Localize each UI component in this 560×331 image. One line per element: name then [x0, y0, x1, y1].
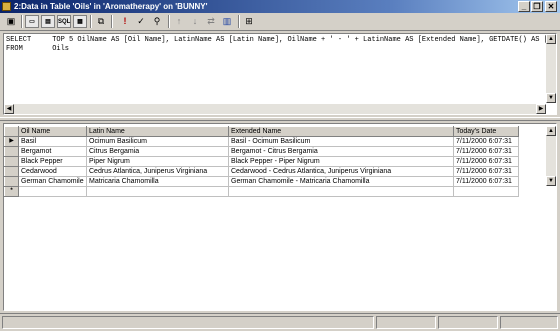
table-row[interactable]: ▶ Basil Ocimum Basilicum Basil - Ocimum … — [4, 136, 519, 147]
table-cell[interactable]: Piper Nigrum — [86, 156, 229, 167]
column-header[interactable]: Oil Name — [18, 126, 87, 137]
toolbar-separator — [238, 15, 240, 28]
sql-line-select: SELECT TOP 5 OilName AS [Oil Name], Lati… — [6, 36, 557, 44]
scroll-left-arrow-icon[interactable]: ◀ — [4, 104, 14, 114]
current-row-marker-icon[interactable]: ▶ — [4, 136, 19, 147]
column-header[interactable]: Extended Name — [228, 126, 454, 137]
table-cell[interactable]: German Chamomile - Matricaria Chamomilla — [228, 176, 454, 187]
grid-vertical-scrollbar[interactable]: ▲ ▼ — [546, 126, 556, 186]
change-query-type-icon[interactable]: ⧉ — [94, 15, 108, 28]
verify-sql-icon[interactable]: ✓ — [134, 15, 148, 28]
table-row[interactable]: Black Pepper Piper Nigrum Black Pepper -… — [4, 156, 519, 167]
table-cell[interactable]: Bergamot — [18, 146, 87, 157]
scroll-down-arrow-icon[interactable]: ▼ — [546, 176, 556, 186]
minimize-button[interactable]: _ — [518, 1, 530, 12]
new-row-marker-icon[interactable]: * — [4, 186, 19, 197]
table-cell[interactable]: 7/11/2000 6:07:31 — [453, 166, 519, 177]
show-sql-pane-icon[interactable]: SQL — [57, 15, 71, 28]
table-cell[interactable]: 7/11/2000 6:07:31 — [453, 146, 519, 157]
scroll-down-arrow-icon[interactable]: ▼ — [546, 93, 556, 103]
show-grid-pane-icon[interactable]: ▤ — [41, 15, 55, 28]
window-title: 2:Data in Table 'Oils' in 'Aromatherapy'… — [14, 2, 208, 11]
table-cell[interactable]: Basil — [18, 136, 87, 147]
status-panel — [2, 316, 374, 329]
table-row[interactable]: Cedarwood Cedrus Atlantica, Juniperus Vi… — [4, 166, 519, 177]
app-icon[interactable] — [2, 2, 11, 11]
grid-header-row: Oil Name Latin Name Extended Name Today'… — [4, 126, 519, 137]
scroll-right-arrow-icon[interactable]: ▶ — [536, 104, 546, 114]
table-cell[interactable] — [228, 186, 454, 197]
toolbar-separator — [21, 15, 23, 28]
window-title-bar[interactable]: 2:Data in Table 'Oils' in 'Aromatherapy'… — [0, 0, 560, 13]
table-cell[interactable]: 7/11/2000 6:07:31 — [453, 156, 519, 167]
run-query-icon[interactable]: ▣ — [4, 15, 18, 28]
results-grid: Oil Name Latin Name Extended Name Today'… — [4, 126, 519, 197]
table-cell[interactable]: Black Pepper — [18, 156, 87, 167]
new-row[interactable]: * — [4, 186, 519, 197]
execute-icon[interactable]: ! — [118, 15, 132, 28]
status-panel — [438, 316, 498, 329]
pane-splitter[interactable] — [0, 117, 560, 121]
toolbar-separator — [90, 15, 92, 28]
show-diagram-pane-icon[interactable]: ▭ — [25, 15, 39, 28]
table-row[interactable]: Bergamot Citrus Bergamia Bergamot - Citr… — [4, 146, 519, 157]
column-header[interactable]: Today's Date — [453, 126, 519, 137]
group-by-icon[interactable]: ⇄ — [204, 15, 218, 28]
row-selector[interactable] — [4, 176, 19, 187]
table-cell[interactable]: Matricaria Chamomilla — [86, 176, 229, 187]
sql-pane[interactable]: SELECT TOP 5 OilName AS [Oil Name], Lati… — [3, 33, 557, 115]
table-cell[interactable] — [18, 186, 87, 197]
table-cell[interactable]: Cedarwood - Cedrus Atlantica, Juniperus … — [228, 166, 454, 177]
scroll-up-arrow-icon[interactable]: ▲ — [546, 126, 556, 136]
table-cell[interactable]: German Chamomile — [18, 176, 87, 187]
status-panel — [500, 316, 558, 329]
show-results-pane-icon[interactable]: ▦ — [73, 15, 87, 28]
table-cell[interactable]: Cedarwood — [18, 166, 87, 177]
properties-icon[interactable]: ▥ — [220, 15, 234, 28]
results-pane: Oil Name Latin Name Extended Name Today'… — [3, 123, 557, 311]
table-cell[interactable]: Citrus Bergamia — [86, 146, 229, 157]
toolbar-separator — [111, 15, 113, 28]
close-button[interactable]: ✕ — [545, 1, 557, 12]
row-selector[interactable] — [4, 146, 19, 157]
status-panel — [376, 316, 436, 329]
table-cell[interactable]: Bergamot - Citrus Bergamia — [228, 146, 454, 157]
sql-line-from: FROM Oils — [6, 45, 70, 53]
row-selector[interactable] — [4, 156, 19, 167]
sort-ascending-icon[interactable]: ↑ — [172, 15, 186, 28]
table-cell[interactable]: Black Pepper - Piper Nigrum — [228, 156, 454, 167]
query-toolbar: ▣ ▭ ▤ SQL ▦ ⧉ ! ✓ ⚲ ↑ ↓ ⇄ ▥ ⊞ — [0, 13, 560, 31]
row-selector[interactable] — [4, 166, 19, 177]
table-cell[interactable]: Ocimum Basilicum — [86, 136, 229, 147]
scroll-up-arrow-icon[interactable]: ▲ — [546, 34, 556, 44]
table-cell[interactable]: 7/11/2000 6:07:31 — [453, 136, 519, 147]
table-cell[interactable] — [453, 186, 519, 197]
toolbar-separator — [168, 15, 170, 28]
column-header[interactable]: Latin Name — [86, 126, 229, 137]
sql-horizontal-scrollbar[interactable]: ◀ ▶ — [4, 104, 546, 114]
table-cell[interactable]: Cedrus Atlantica, Juniperus Virginiana — [86, 166, 229, 177]
restore-button[interactable]: ❐ — [531, 1, 543, 12]
sql-text[interactable]: SELECT TOP 5 OilName AS [Oil Name], Lati… — [6, 36, 557, 54]
remove-filter-icon[interactable]: ⚲ — [150, 15, 164, 28]
table-cell[interactable]: 7/11/2000 6:07:31 — [453, 176, 519, 187]
sql-vertical-scrollbar[interactable]: ▲ ▼ — [546, 34, 556, 103]
add-table-icon[interactable]: ⊞ — [242, 15, 256, 28]
table-row[interactable]: German Chamomile Matricaria Chamomilla G… — [4, 176, 519, 187]
table-cell[interactable]: Basil - Ocimum Basilicum — [228, 136, 454, 147]
table-cell[interactable] — [86, 186, 229, 197]
status-bar — [0, 313, 560, 331]
sort-descending-icon[interactable]: ↓ — [188, 15, 202, 28]
row-selector-header[interactable] — [4, 126, 19, 137]
